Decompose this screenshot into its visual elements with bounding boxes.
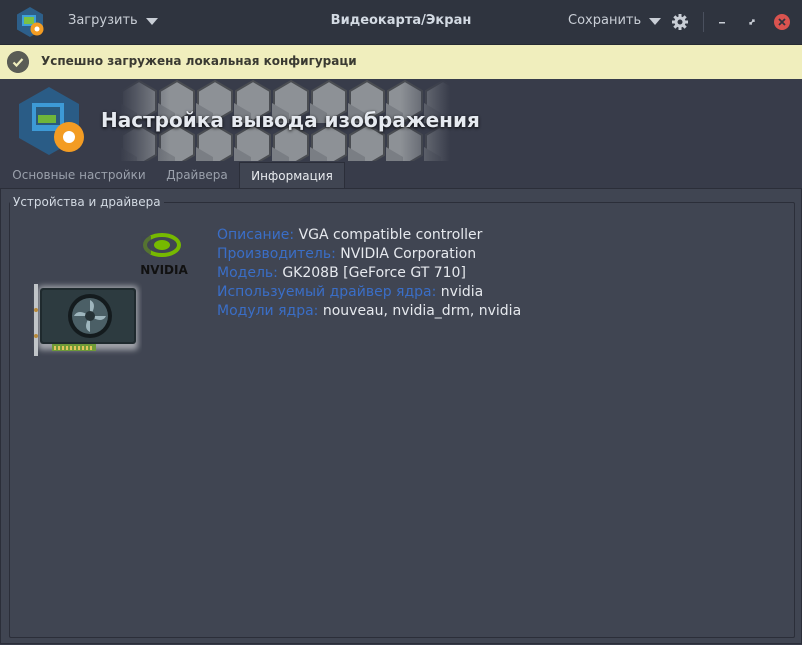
- detail-row-kernel-modules: Модули ядра: nouveau, nvidia_drm, nvidia: [217, 302, 521, 321]
- app-icon: [17, 7, 44, 37]
- load-menu-button[interactable]: Загрузить: [68, 13, 158, 28]
- save-menu-button[interactable]: Сохранить: [568, 13, 662, 28]
- load-menu-label: Загрузить: [68, 13, 138, 28]
- nvidia-logo-icon: NVIDIA: [140, 233, 188, 277]
- detail-value: GK208B [GeForce GT 710]: [282, 265, 466, 281]
- detail-label: Описание:: [217, 227, 295, 243]
- nvidia-logo-text: NVIDIA: [140, 263, 188, 277]
- gear-icon[interactable]: [670, 12, 690, 32]
- detail-value: VGA compatible controller: [298, 227, 483, 243]
- chevron-down-icon: [649, 17, 662, 25]
- detail-value: nouveau, nvidia_drm, nvidia: [322, 303, 522, 319]
- device-details: Описание: VGA compatible controller Прои…: [217, 226, 521, 321]
- tab-drivers[interactable]: Драйвера: [158, 162, 236, 188]
- maximize-icon[interactable]: [742, 12, 762, 32]
- group-title: Устройства и драйвера: [10, 195, 164, 209]
- checkmark-icon: [7, 51, 29, 73]
- detail-label: Используемый драйвер ядра:: [217, 284, 437, 300]
- tab-information[interactable]: Информация: [239, 162, 345, 189]
- chevron-down-icon: [145, 17, 158, 25]
- detail-label: Производитель:: [217, 246, 336, 262]
- minimize-icon[interactable]: [712, 12, 732, 32]
- detail-value: nvidia: [440, 284, 484, 300]
- info-message: Успешно загружена локальная конфигураци: [41, 54, 357, 68]
- titlebar-separator: [703, 12, 704, 32]
- graphics-card-icon: [34, 284, 138, 356]
- banner-title: Настройка вывода изображения: [101, 108, 480, 132]
- detail-row-description: Описание: VGA compatible controller: [217, 226, 521, 245]
- detail-value: NVIDIA Corporation: [340, 246, 477, 262]
- info-bar: Успешно загружена локальная конфигураци: [0, 45, 802, 79]
- detail-row-model: Модель: GK208B [GeForce GT 710]: [217, 264, 521, 283]
- detail-row-kernel-driver: Используемый драйвер ядра: nvidia: [217, 283, 521, 302]
- detail-row-manufacturer: Производитель: NVIDIA Corporation: [217, 245, 521, 264]
- tab-general-settings[interactable]: Основные настройки: [4, 162, 154, 188]
- title-bar: Загрузить Видеокарта/Экран Сохранить: [0, 0, 802, 45]
- header-banner: Настройка вывода изображения: [0, 79, 802, 161]
- detail-label: Модель:: [217, 265, 278, 281]
- save-menu-label: Сохранить: [568, 13, 642, 28]
- display-settings-icon: [19, 87, 84, 155]
- tab-bar: Основные настройки Драйвера Информация: [0, 162, 802, 189]
- close-icon[interactable]: [772, 12, 792, 32]
- detail-label: Модули ядра:: [217, 303, 319, 319]
